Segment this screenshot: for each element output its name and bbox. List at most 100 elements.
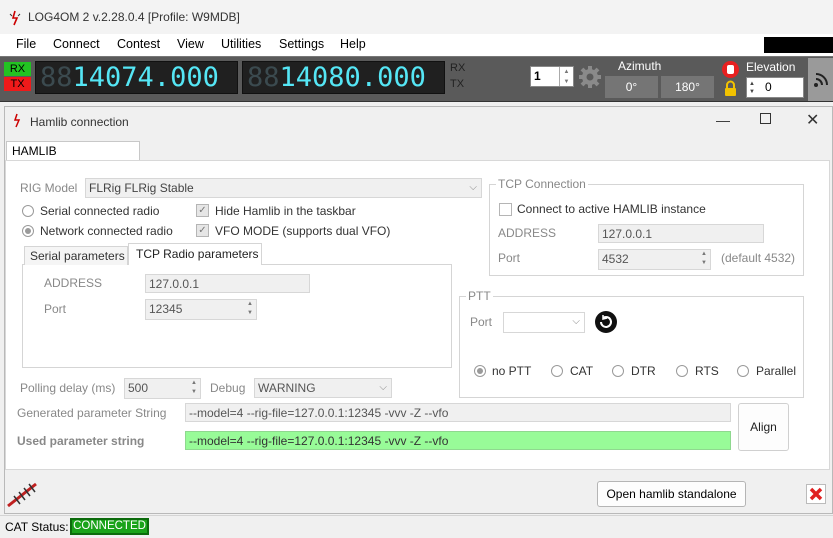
menu-connect[interactable]: Connect — [53, 37, 100, 51]
generated-string-label: Generated parameter String — [17, 406, 167, 420]
rig-model-dropdown[interactable]: FLRig FLRig Stable ⌵ — [85, 178, 482, 198]
tx-frequency-display[interactable]: 8814080.000 — [242, 61, 445, 94]
elevation-value: 0 — [765, 80, 772, 94]
rx-frequency-display[interactable]: 8814074.000 — [35, 61, 238, 94]
maximize-icon[interactable] — [760, 113, 771, 124]
polling-delay-value: 500 — [128, 381, 149, 395]
debug-label: Debug — [210, 381, 246, 395]
elevation-spinner[interactable]: ▲ ▼ — [746, 77, 804, 98]
menu-file[interactable]: File — [16, 37, 36, 51]
rx-side-label: RX — [450, 62, 466, 74]
vfo-selector-value: 1 — [534, 69, 541, 83]
rx-indicator: RX — [4, 62, 31, 76]
minimize-icon[interactable]: — — [716, 112, 730, 128]
close-icon[interactable]: ✕ — [806, 110, 819, 130]
rig-model-value: FLRig FLRig Stable — [89, 181, 194, 195]
ptt-parallel-radio[interactable] — [737, 365, 749, 377]
ptt-rts-label: RTS — [695, 364, 719, 378]
tcp-connection-address-label: ADDRESS — [498, 226, 557, 240]
debug-level-dropdown[interactable]: WARNING ⌵ — [254, 378, 392, 398]
rig-model-label: RIG Model — [20, 181, 78, 195]
tab-tcp-radio-parameters[interactable]: TCP Radio parameters — [128, 243, 262, 265]
align-button[interactable]: Align — [738, 403, 789, 451]
serial-radio-button[interactable] — [22, 205, 34, 217]
ptt-parallel-label: Parallel — [756, 364, 797, 378]
connect-active-instance-label: Connect to active HAMLIB instance — [517, 202, 706, 216]
open-hamlib-standalone-button[interactable]: Open hamlib standalone — [597, 481, 746, 507]
tx-freq-decimal: 000 — [377, 62, 426, 93]
default-port-note: (default 4532) — [721, 251, 796, 265]
menu-utilities[interactable]: Utilities — [221, 37, 261, 51]
chevron-down-icon: ⌵ — [572, 316, 580, 327]
gear-icon[interactable] — [578, 65, 602, 89]
tcp-connection-port-spinner[interactable]: 4532 ▲ ▼ — [598, 249, 711, 270]
tcp-radio-address-input[interactable]: 127.0.0.1 — [145, 274, 310, 293]
ptt-none-radio[interactable] — [474, 365, 486, 377]
menu-view[interactable]: View — [177, 37, 204, 51]
network-radio-button[interactable] — [22, 225, 34, 237]
chevron-down-icon: ⌵ — [469, 182, 477, 193]
antenna-icon — [7, 482, 37, 508]
network-radio-label: Network connected radio — [40, 224, 173, 238]
ptt-port-dropdown[interactable]: ⌵ — [503, 312, 585, 333]
vfo-mode-label: VFO MODE (supports dual VFO) — [215, 224, 391, 238]
tab-serial-parameters[interactable]: Serial parameters — [24, 246, 128, 265]
rx-freq-decimal: 000 — [170, 62, 219, 93]
ptt-title: PTT — [466, 289, 493, 303]
hide-hamlib-checkbox[interactable]: ✓ — [196, 204, 209, 217]
spinner-arrows-icon: ▲ ▼ — [701, 251, 707, 266]
lock-icon[interactable] — [722, 80, 739, 97]
ptt-dtr-label: DTR — [631, 364, 656, 378]
menu-help[interactable]: Help — [340, 37, 366, 51]
debug-level-value: WARNING — [258, 381, 316, 395]
tcp-connection-port-label: Port — [498, 251, 521, 265]
dialog-title: Hamlib connection — [30, 115, 129, 129]
tcp-radio-address-label: ADDRESS — [44, 276, 103, 290]
tcp-radio-port-spinner[interactable]: 12345 ▲ ▼ — [145, 299, 257, 320]
ptt-cat-radio[interactable] — [551, 365, 563, 377]
tcp-radio-port-value: 12345 — [149, 302, 183, 316]
azimuth-180-button[interactable]: 180° — [661, 76, 714, 98]
ptt-cat-label: CAT — [570, 364, 594, 378]
cat-status-label: CAT Status: — [5, 520, 69, 534]
used-string-label: Used parameter string — [17, 434, 145, 448]
hide-hamlib-label: Hide Hamlib in the taskbar — [215, 204, 356, 218]
used-string-field[interactable]: --model=4 --rig-file=127.0.0.1:12345 -vv… — [185, 431, 731, 450]
ptt-none-label: no PTT — [492, 364, 532, 378]
tab-hamlib-parameters[interactable]: HAMLIB PARAMETERS — [6, 141, 140, 177]
chevron-down-icon: ⌵ — [379, 382, 387, 393]
dialog-logo-icon — [13, 113, 21, 128]
red-x-icon — [809, 487, 823, 501]
tcp-radio-port-label: Port — [44, 302, 67, 316]
generated-string-field[interactable]: --model=4 --rig-file=127.0.0.1:12345 -vv… — [185, 403, 731, 422]
azimuth-0-button[interactable]: 0° — [605, 76, 658, 98]
cat-status-badge: CONNECTED — [70, 518, 149, 535]
app-logo-icon — [9, 10, 21, 26]
window-title: LOG4OM 2 v.2.28.0.4 [Profile: W9MDB] — [28, 10, 240, 24]
ptt-rts-radio[interactable] — [676, 365, 688, 377]
dialog-titlebar — [5, 107, 832, 135]
spinner-arrows-icon: ▲ ▼ — [247, 301, 253, 316]
menu-settings[interactable]: Settings — [279, 37, 324, 51]
polling-delay-label: Polling delay (ms) — [20, 381, 116, 395]
azimuth-label: Azimuth — [618, 59, 662, 73]
spinner-arrows-icon: ▲ ▼ — [191, 380, 197, 395]
tcp-connection-address-input[interactable]: 127.0.0.1 — [598, 224, 764, 243]
stop-hand-icon[interactable] — [722, 61, 739, 78]
signal-button[interactable] — [808, 58, 833, 101]
elevation-label: Elevation — [746, 60, 796, 74]
connect-active-instance-checkbox[interactable] — [499, 203, 512, 216]
tcp-connection-port-value: 4532 — [602, 252, 629, 266]
close-dialog-button[interactable] — [806, 484, 826, 504]
ptt-port-label: Port — [470, 315, 493, 329]
ptt-dtr-radio[interactable] — [612, 365, 624, 377]
refresh-icon[interactable] — [594, 310, 618, 334]
vfo-mode-checkbox[interactable]: ✓ — [196, 224, 209, 237]
menu-contest[interactable]: Contest — [117, 37, 160, 51]
polling-delay-spinner[interactable]: 500 ▲ ▼ — [124, 378, 201, 399]
tcp-connection-title: TCP Connection — [496, 177, 588, 191]
serial-radio-label: Serial connected radio — [40, 204, 160, 218]
rx-freq-digits: 14074 — [72, 62, 154, 93]
tx-freq-digits: 14080 — [279, 62, 361, 93]
menu-redacted-area — [764, 37, 833, 53]
